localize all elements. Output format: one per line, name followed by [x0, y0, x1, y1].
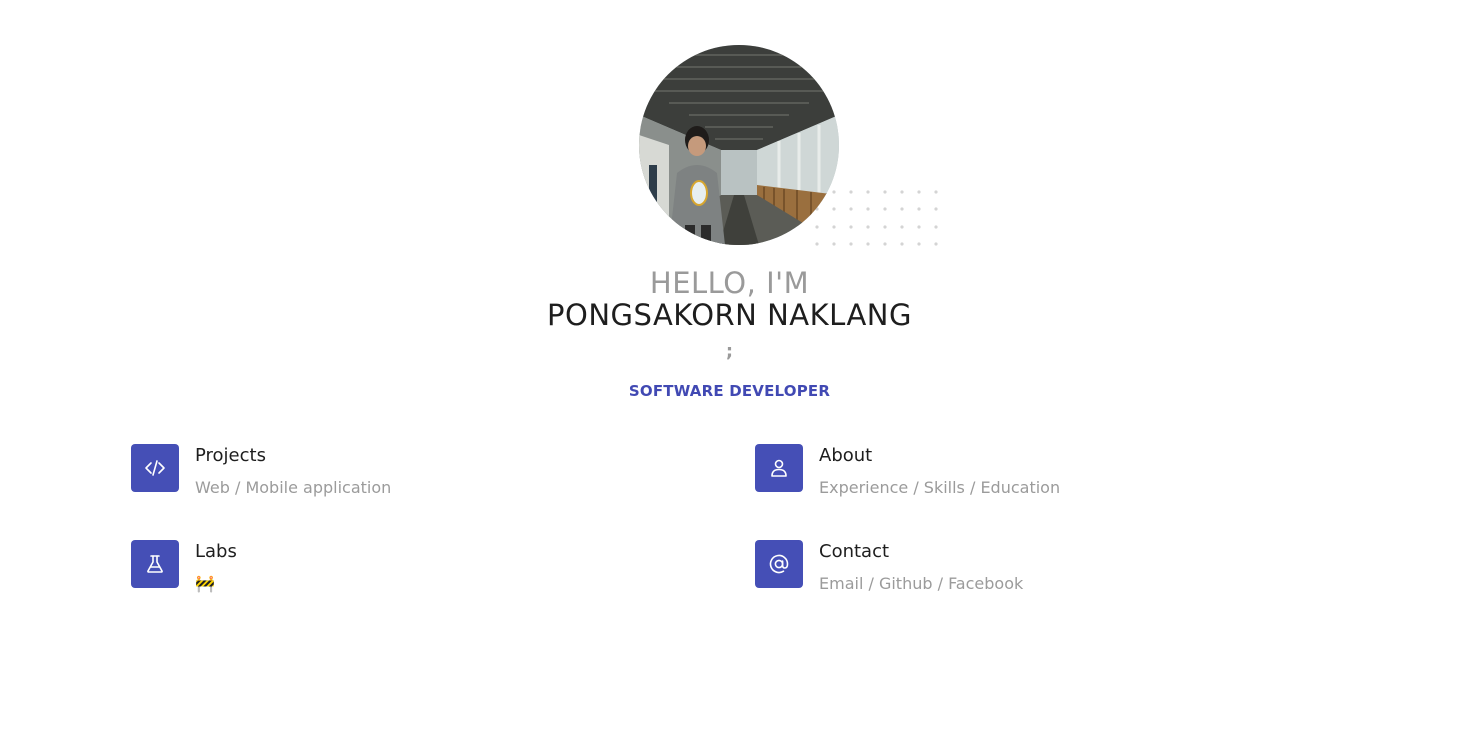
contact-link[interactable]: Contact Email / Github / Facebook [755, 540, 1235, 610]
page: HELLO, I'M PONGSAKORN NAKLANG ; SOFTWARE… [0, 0, 1459, 730]
contact-subtitle: Email / Github / Facebook [819, 574, 1024, 593]
labs-subtitle: 🚧 [195, 574, 215, 593]
projects-link[interactable]: Projects Web / Mobile application [131, 444, 611, 514]
at-sign-icon [755, 540, 803, 588]
about-title: About [819, 445, 873, 466]
profile-avatar [639, 45, 839, 245]
code-icon [131, 444, 179, 492]
labs-link[interactable]: Labs 🚧 [131, 540, 611, 610]
flask-icon [131, 540, 179, 588]
dot-grid-decoration [815, 190, 938, 246]
job-title: SOFTWARE DEVELOPER [628, 382, 831, 400]
labs-title: Labs [195, 541, 237, 562]
about-subtitle: Experience / Skills / Education [819, 478, 1061, 497]
contact-title: Contact [819, 541, 890, 562]
about-link[interactable]: About Experience / Skills / Education [755, 444, 1235, 514]
projects-title: Projects [195, 445, 266, 466]
user-icon [755, 444, 803, 492]
projects-subtitle: Web / Mobile application [195, 478, 392, 497]
separator-text: ; [725, 341, 734, 362]
person-name: PONGSAKORN NAKLANG [547, 298, 912, 332]
